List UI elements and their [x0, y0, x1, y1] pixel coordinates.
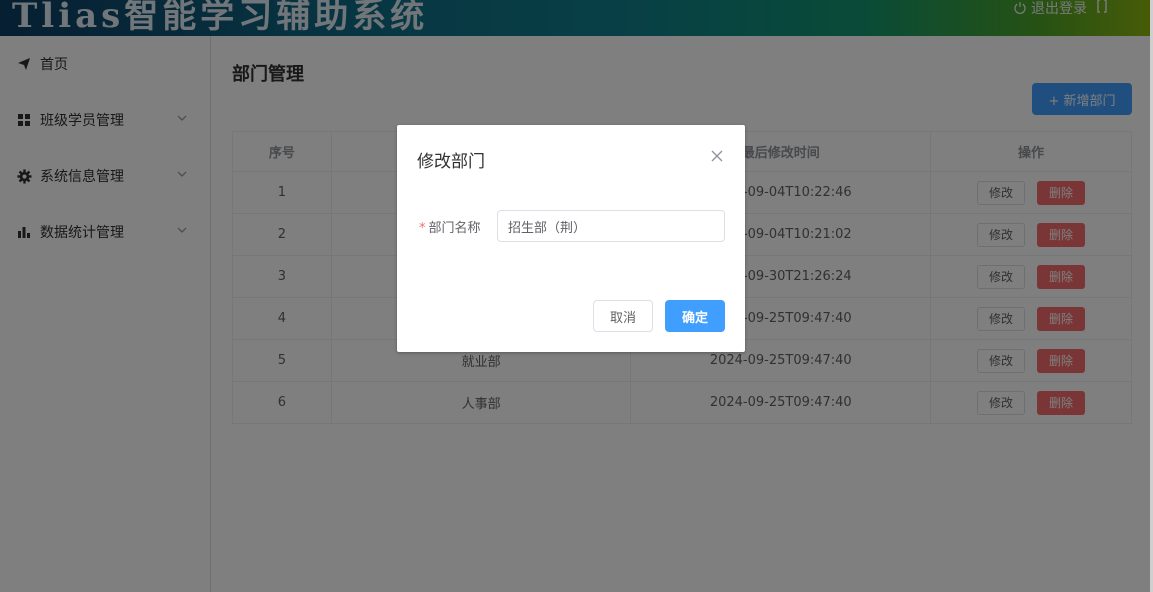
edit-department-dialog: 修改部门 *部门名称 取消 确定	[397, 125, 745, 352]
required-mark: *	[419, 221, 426, 236]
confirm-button[interactable]: 确定	[665, 300, 725, 332]
department-name-input[interactable]	[497, 210, 725, 242]
department-name-label: * 部门名称	[419, 217, 481, 236]
field-label-text: 部门名称	[428, 221, 481, 236]
cancel-button[interactable]: 取消	[593, 300, 653, 332]
dialog-title: 修改部门	[417, 152, 485, 172]
close-icon[interactable]	[710, 149, 724, 163]
